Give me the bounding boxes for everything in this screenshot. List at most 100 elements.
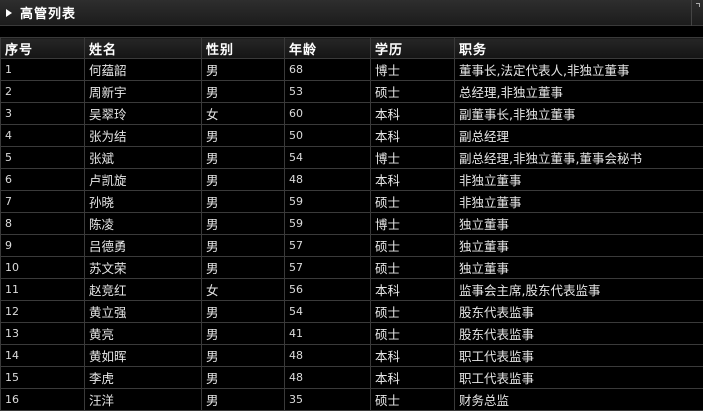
cell-education: 本科: [370, 344, 455, 367]
cell-gender: 男: [201, 234, 285, 257]
cell-index: 7: [0, 190, 85, 213]
cell-gender: 男: [201, 300, 285, 323]
cell-position: 财务总监: [454, 388, 703, 411]
table-row: 11 赵竞红 女 56 本科 监事会主席,股东代表监事: [0, 278, 703, 301]
table-row: 2 周新宇 男 53 硕士 总经理,非独立董事: [0, 80, 703, 103]
cell-age: 48: [284, 168, 371, 191]
collapse-arrow-icon[interactable]: [6, 8, 12, 17]
table-row: 7 孙晓 男 59 硕士 非独立董事: [0, 190, 703, 213]
cell-name: 周新宇: [84, 80, 202, 103]
cell-index: 9: [0, 234, 85, 257]
cell-index: 16: [0, 388, 85, 411]
cell-index: 14: [0, 344, 85, 367]
header-gender[interactable]: 性别: [201, 37, 285, 59]
cell-position: 独立董事: [454, 212, 703, 235]
header-name[interactable]: 姓名: [84, 37, 202, 59]
cell-position: 职工代表监事: [454, 366, 703, 389]
table-row: 13 黄亮 男 41 硕士 股东代表监事: [0, 322, 703, 345]
corner-resize-icon: [691, 0, 703, 26]
cell-gender: 男: [201, 256, 285, 279]
cell-education: 硕士: [370, 300, 455, 323]
cell-age: 60: [284, 102, 371, 125]
table-row: 10 苏文荣 男 57 硕士 独立董事: [0, 256, 703, 279]
cell-education: 硕士: [370, 256, 455, 279]
cell-age: 57: [284, 234, 371, 257]
cell-name: 何蕴韶: [84, 58, 202, 81]
cell-age: 56: [284, 278, 371, 301]
cell-education: 本科: [370, 124, 455, 147]
cell-index: 5: [0, 146, 85, 169]
cell-gender: 男: [201, 168, 285, 191]
header-age[interactable]: 年龄: [284, 37, 371, 59]
cell-age: 54: [284, 146, 371, 169]
cell-education: 博士: [370, 146, 455, 169]
table-header-row: 序号 姓名 性别 年龄 学历 职务: [0, 37, 703, 59]
cell-name: 黄如晖: [84, 344, 202, 367]
executive-table: 序号 姓名 性别 年龄 学历 职务 1 何蕴韶 男 68 博士 董事长,法定代表…: [0, 37, 703, 411]
cell-education: 博士: [370, 212, 455, 235]
cell-age: 50: [284, 124, 371, 147]
cell-index: 11: [0, 278, 85, 301]
cell-name: 汪洋: [84, 388, 202, 411]
cell-gender: 男: [201, 388, 285, 411]
cell-position: 职工代表监事: [454, 344, 703, 367]
cell-education: 硕士: [370, 234, 455, 257]
cell-position: 股东代表监事: [454, 300, 703, 323]
cell-name: 张斌: [84, 146, 202, 169]
cell-position: 总经理,非独立董事: [454, 80, 703, 103]
cell-gender: 女: [201, 278, 285, 301]
cell-index: 6: [0, 168, 85, 191]
cell-name: 陈凌: [84, 212, 202, 235]
cell-gender: 女: [201, 102, 285, 125]
cell-position: 股东代表监事: [454, 322, 703, 345]
cell-index: 2: [0, 80, 85, 103]
cell-index: 13: [0, 322, 85, 345]
cell-education: 本科: [370, 102, 455, 125]
cell-index: 3: [0, 102, 85, 125]
cell-age: 59: [284, 212, 371, 235]
cell-name: 赵竞红: [84, 278, 202, 301]
cell-position: 非独立董事: [454, 168, 703, 191]
cell-age: 41: [284, 322, 371, 345]
panel-titlebar[interactable]: 高管列表: [0, 0, 703, 26]
cell-education: 硕士: [370, 388, 455, 411]
cell-name: 吕德勇: [84, 234, 202, 257]
cell-index: 10: [0, 256, 85, 279]
cell-index: 1: [0, 58, 85, 81]
cell-gender: 男: [201, 322, 285, 345]
cell-gender: 男: [201, 146, 285, 169]
cell-index: 15: [0, 366, 85, 389]
header-education[interactable]: 学历: [370, 37, 455, 59]
table-row: 9 吕德勇 男 57 硕士 独立董事: [0, 234, 703, 257]
header-index[interactable]: 序号: [0, 37, 85, 59]
cell-name: 吴翠玲: [84, 102, 202, 125]
cell-position: 独立董事: [454, 256, 703, 279]
cell-gender: 男: [201, 190, 285, 213]
table-row: 14 黄如晖 男 48 本科 职工代表监事: [0, 344, 703, 367]
cell-education: 本科: [370, 366, 455, 389]
cell-name: 苏文荣: [84, 256, 202, 279]
cell-age: 48: [284, 344, 371, 367]
table-row: 15 李虎 男 48 本科 职工代表监事: [0, 366, 703, 389]
cell-education: 博士: [370, 58, 455, 81]
cell-age: 57: [284, 256, 371, 279]
cell-education: 硕士: [370, 190, 455, 213]
table-row: 8 陈凌 男 59 博士 独立董事: [0, 212, 703, 235]
cell-age: 48: [284, 366, 371, 389]
cell-position: 副总经理,非独立董事,董事会秘书: [454, 146, 703, 169]
header-position[interactable]: 职务: [454, 37, 703, 59]
cell-education: 硕士: [370, 322, 455, 345]
cell-position: 独立董事: [454, 234, 703, 257]
cell-position: 副董事长,非独立董事: [454, 102, 703, 125]
cell-gender: 男: [201, 366, 285, 389]
cell-name: 李虎: [84, 366, 202, 389]
cell-gender: 男: [201, 212, 285, 235]
table-row: 6 卢凯旋 男 48 本科 非独立董事: [0, 168, 703, 191]
cell-age: 35: [284, 388, 371, 411]
table-row: 1 何蕴韶 男 68 博士 董事长,法定代表人,非独立董事: [0, 58, 703, 81]
cell-education: 本科: [370, 278, 455, 301]
cell-age: 68: [284, 58, 371, 81]
executive-list-panel: 高管列表 序号 姓名 性别 年龄 学历 职务 1 何蕴韶 男 68 博士 董事长…: [0, 0, 703, 411]
cell-index: 12: [0, 300, 85, 323]
panel-title: 高管列表: [20, 7, 77, 22]
